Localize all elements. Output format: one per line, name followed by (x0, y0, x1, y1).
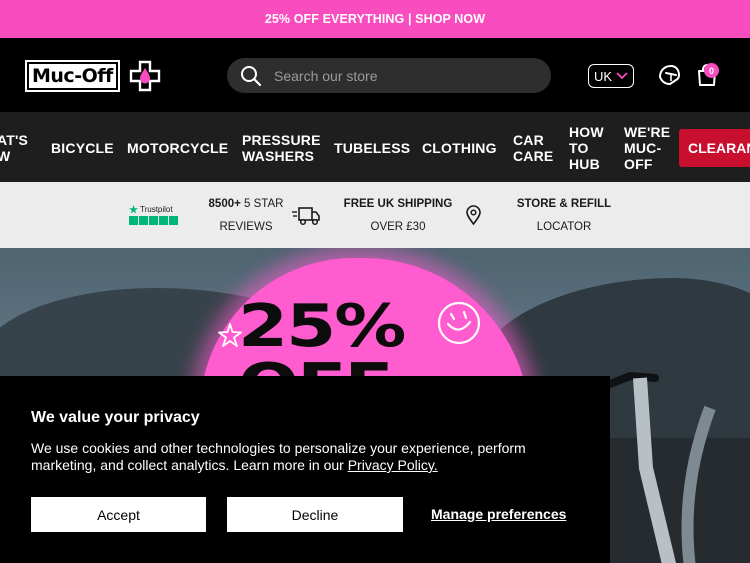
nav-item-whats-new[interactable]: AT'S W (0, 132, 28, 164)
region-selector[interactable]: UK (588, 64, 634, 88)
reviews-usp[interactable]: 8500+ 5 STAR REVIEWS (203, 193, 289, 239)
manage-preferences-link[interactable]: Manage preferences (431, 506, 566, 522)
logo-wordmark: Muc-Off (25, 59, 120, 92)
nav-item-clearance[interactable]: CLEARAN (679, 129, 750, 167)
account-helmet-icon[interactable] (657, 63, 681, 87)
location-pin-icon (466, 205, 481, 225)
delivery-truck-icon (292, 207, 320, 226)
nav-item-were-muc-off[interactable]: WE'RE MUC- OFF (624, 124, 670, 172)
trustpilot-star-icon (129, 205, 138, 214)
main-navigation: AT'S W BICYCLE MOTORCYCLE PRESSURE WASHE… (0, 112, 750, 182)
search-input[interactable] (274, 67, 534, 84)
nav-item-bicycle[interactable]: BICYCLE (51, 140, 114, 156)
chevron-down-icon (616, 72, 628, 80)
logo-cross-icon (129, 60, 160, 91)
shipping-usp[interactable]: FREE UK SHIPPING OVER £30 (336, 193, 460, 239)
nav-item-pressure-washers[interactable]: PRESSURE WASHERS (242, 132, 321, 164)
cookie-consent-dialog: We value your privacy We use cookies and… (0, 376, 610, 563)
star-doodle-icon (218, 323, 242, 347)
usp-strip: Trustpilot 8500+ 5 STAR REVIEWS FREE UK … (0, 182, 750, 248)
promo-text[interactable]: 25% OFF EVERYTHING | SHOP NOW (265, 12, 485, 26)
trustpilot-label: Trustpilot (140, 205, 173, 214)
trustpilot-rating-stars (129, 216, 179, 225)
muc-off-logo[interactable]: Muc-Off (25, 59, 161, 92)
cookie-title: We value your privacy (31, 409, 200, 426)
nav-item-clothing[interactable]: CLOTHING (422, 140, 497, 156)
reviews-count: 8500+ (208, 198, 241, 210)
nav-item-tubeless[interactable]: TUBELESS (334, 140, 410, 156)
nav-item-how-to-hub[interactable]: HOW TO HUB (569, 124, 604, 172)
accept-button[interactable]: Accept (31, 497, 206, 532)
region-label: UK (593, 68, 613, 84)
privacy-policy-link[interactable]: Privacy Policy. (348, 457, 438, 473)
search-icon[interactable] (240, 65, 262, 87)
site-header: Muc-Off UK 0 (0, 38, 750, 112)
nav-item-motorcycle[interactable]: MOTORCYCLE (127, 140, 228, 156)
nav-item-car-care[interactable]: CAR CARE (513, 132, 553, 164)
cookie-body: We use cookies and other technologies to… (31, 440, 526, 473)
trustpilot-widget[interactable]: Trustpilot (129, 205, 179, 225)
smiley-doodle-icon (437, 301, 481, 345)
decline-button[interactable]: Decline (227, 497, 403, 532)
store-locator-usp[interactable]: STORE & REFILL LOCATOR (510, 193, 618, 239)
promo-banner[interactable]: 25% OFF EVERYTHING | SHOP NOW (0, 0, 750, 38)
cart-count-badge: 0 (704, 63, 719, 78)
search-bar[interactable] (227, 58, 551, 93)
